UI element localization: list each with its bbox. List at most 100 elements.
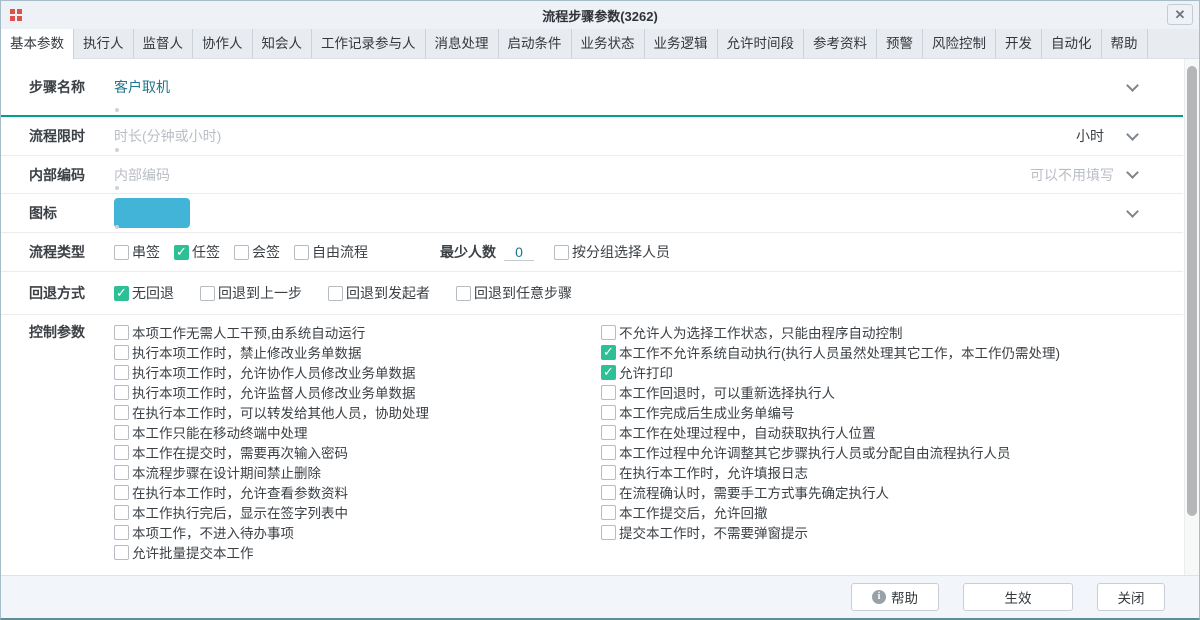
control-param-option[interactable]: 本工作只能在移动终端中处理 <box>114 422 601 442</box>
control-param-option[interactable]: 本工作过程中允许调整其它步骤执行人员或分配自由流程执行人员 <box>601 442 1060 462</box>
checkbox[interactable] <box>601 385 616 400</box>
checkbox[interactable] <box>601 325 616 340</box>
chevron-down-icon[interactable] <box>1126 166 1139 179</box>
checkbox[interactable] <box>114 545 129 560</box>
control-param-option[interactable]: 执行本项工作时，允许协作人员修改业务单数据 <box>114 362 601 382</box>
control-param-option[interactable]: 在流程确认时，需要手工方式事先确定执行人 <box>601 482 1060 502</box>
checkbox[interactable] <box>114 425 129 440</box>
icon-color-swatch[interactable] <box>114 198 190 228</box>
chevron-down-icon[interactable] <box>1126 128 1139 141</box>
checkbox[interactable] <box>234 245 249 260</box>
control-param-option[interactable]: 允许打印 <box>601 362 1060 382</box>
tab[interactable]: 业务逻辑 <box>645 29 718 58</box>
tab[interactable]: 帮助 <box>1102 29 1148 58</box>
control-param-option[interactable]: 本工作回退时，可以重新选择执行人 <box>601 382 1060 402</box>
checkbox[interactable] <box>114 485 129 500</box>
tab[interactable]: 工作记录参与人 <box>312 29 426 58</box>
checkbox[interactable] <box>114 385 129 400</box>
checkbox[interactable] <box>114 445 129 460</box>
checkbox[interactable] <box>114 525 129 540</box>
checkbox[interactable] <box>294 245 309 260</box>
control-param-option[interactable]: 执行本项工作时，禁止修改业务单数据 <box>114 342 601 362</box>
control-param-option[interactable]: 在执行本工作时，允许查看参数资料 <box>114 482 601 502</box>
chevron-down-icon[interactable] <box>1126 79 1139 92</box>
tab[interactable]: 消息处理 <box>426 29 499 58</box>
tab[interactable]: 执行人 <box>74 29 134 58</box>
tab[interactable]: 开发 <box>996 29 1042 58</box>
checkbox[interactable] <box>601 365 616 380</box>
internal-code-input[interactable] <box>114 167 1030 183</box>
checkbox[interactable] <box>601 405 616 420</box>
control-param-option[interactable]: 本工作不允许系统自动执行(执行人员虽然处理其它工作，本工作仍需处理) <box>601 342 1060 362</box>
close-button[interactable]: 关闭 <box>1097 583 1165 611</box>
flow-type-option[interactable]: 任签 <box>174 242 220 262</box>
help-button[interactable]: i 帮助 <box>851 583 939 611</box>
checkbox[interactable] <box>601 485 616 500</box>
tab[interactable]: 基本参数 <box>1 29 74 60</box>
control-param-option[interactable]: 本工作提交后，允许回撤 <box>601 502 1060 522</box>
rollback-option[interactable]: 回退到上一步 <box>200 283 302 303</box>
tab[interactable]: 知会人 <box>253 29 313 58</box>
checkbox[interactable] <box>601 465 616 480</box>
checkbox[interactable] <box>114 286 129 301</box>
checkbox[interactable] <box>601 425 616 440</box>
checkbox[interactable] <box>328 286 343 301</box>
close-window-button[interactable]: ✕ <box>1167 4 1193 25</box>
control-param-option[interactable]: 本工作执行完后，显示在签字列表中 <box>114 502 601 522</box>
checkbox[interactable] <box>114 405 129 420</box>
flow-type-label: 流程类型 <box>29 242 114 262</box>
control-param-option[interactable]: 允许批量提交本工作 <box>114 542 601 562</box>
checkbox[interactable] <box>200 286 215 301</box>
row-icon: 图标 <box>1 194 1183 233</box>
apply-button[interactable]: 生效 <box>963 583 1073 611</box>
rollback-option[interactable]: 无回退 <box>114 283 174 303</box>
rollback-option[interactable]: 回退到发起者 <box>328 283 430 303</box>
tab[interactable]: 预警 <box>877 29 923 58</box>
tab[interactable]: 协作人 <box>193 29 253 58</box>
control-param-option[interactable]: 提交本工作时，不需要弹窗提示 <box>601 522 1060 542</box>
flow-type-option[interactable]: 会签 <box>234 242 280 262</box>
checkbox[interactable] <box>601 525 616 540</box>
row-rollback: 回退方式 无回退 回退到上一步 回退到发起者 回退到任意步骤 <box>1 272 1183 315</box>
control-param-option[interactable]: 执行本项工作时，允许监督人员修改业务单数据 <box>114 382 601 402</box>
control-param-option[interactable]: 不允许人为选择工作状态，只能由程序自动控制 <box>601 322 1060 342</box>
checkbox[interactable] <box>456 286 471 301</box>
control-param-option[interactable]: 在执行本工作时，允许填报日志 <box>601 462 1060 482</box>
scrollbar-thumb[interactable] <box>1187 66 1197 516</box>
checkbox[interactable] <box>554 245 569 260</box>
control-param-option[interactable]: 本工作完成后生成业务单编号 <box>601 402 1060 422</box>
control-param-option[interactable]: 本项工作，不进入待办事项 <box>114 522 601 542</box>
step-name-input[interactable] <box>114 79 1128 95</box>
control-param-option[interactable]: 本工作在提交时，需要再次输入密码 <box>114 442 601 462</box>
checkbox[interactable] <box>114 245 129 260</box>
tab[interactable]: 参考资料 <box>804 29 877 58</box>
checkbox[interactable] <box>601 505 616 520</box>
checkbox[interactable] <box>114 465 129 480</box>
min-people-input[interactable] <box>504 244 534 261</box>
time-limit-unit[interactable]: 小时 <box>1076 126 1104 146</box>
control-param-option[interactable]: 本流程步骤在设计期间禁止删除 <box>114 462 601 482</box>
tab[interactable]: 监督人 <box>134 29 194 58</box>
tab[interactable]: 业务状态 <box>572 29 645 58</box>
chevron-down-icon[interactable] <box>1126 205 1139 218</box>
checkbox[interactable] <box>114 365 129 380</box>
tab[interactable]: 启动条件 <box>499 29 572 58</box>
tab[interactable]: 允许时间段 <box>718 29 805 58</box>
flow-type-option[interactable]: 串签 <box>114 242 160 262</box>
checkbox[interactable] <box>601 345 616 360</box>
time-limit-input[interactable] <box>114 128 1076 144</box>
checkbox[interactable] <box>601 445 616 460</box>
tab[interactable]: 风险控制 <box>923 29 996 58</box>
vertical-scrollbar[interactable] <box>1184 59 1199 575</box>
tab[interactable]: 自动化 <box>1042 29 1102 58</box>
checkbox[interactable] <box>114 505 129 520</box>
rollback-option[interactable]: 回退到任意步骤 <box>456 283 572 303</box>
control-param-option[interactable]: 本工作在处理过程中，自动获取执行人位置 <box>601 422 1060 442</box>
control-param-option[interactable]: 在执行本工作时，可以转发给其他人员，协助处理 <box>114 402 601 422</box>
checkbox[interactable] <box>174 245 189 260</box>
control-param-option[interactable]: 本项工作无需人工干预,由系统自动运行 <box>114 322 601 342</box>
checkbox[interactable] <box>114 345 129 360</box>
group-select-option[interactable]: 按分组选择人员 <box>554 242 670 262</box>
flow-type-option[interactable]: 自由流程 <box>294 242 368 262</box>
checkbox[interactable] <box>114 325 129 340</box>
